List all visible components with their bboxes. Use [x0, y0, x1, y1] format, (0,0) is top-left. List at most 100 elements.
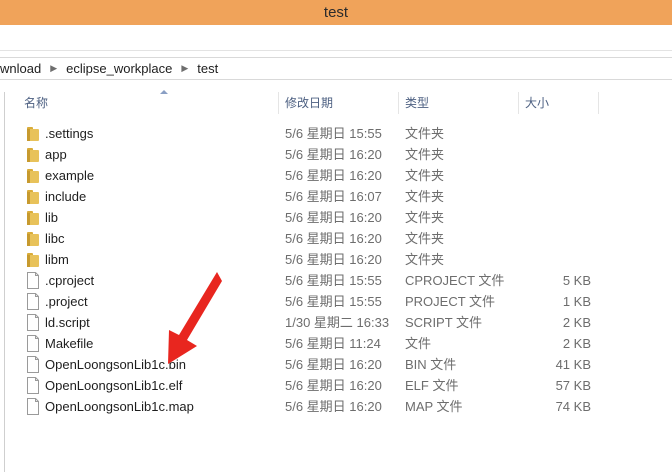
breadcrumb-item-eclipse-workplace[interactable]: eclipse_workplace: [66, 61, 172, 76]
breadcrumb-chevron-icon[interactable]: ▶: [181, 63, 188, 74]
file-name: example: [45, 168, 95, 183]
file-size: [525, 228, 591, 249]
column-header-type[interactable]: 类型: [398, 92, 518, 114]
file-size: 74 KB: [555, 399, 591, 414]
file-modified-date: 5/6 星期日 16:20: [285, 357, 382, 372]
file-size: 1 KB: [562, 294, 591, 309]
file-row[interactable]: Makefile 5/6 星期日 11:24 文件 2 KB: [5, 333, 672, 354]
file-row[interactable]: include 5/6 星期日 16:07 文件夹: [5, 186, 672, 207]
file-name: OpenLoongsonLib1c.elf: [45, 378, 183, 393]
sort-ascending-icon: [160, 90, 168, 94]
file-type: 文件夹: [405, 126, 445, 141]
file-name: OpenLoongsonLib1c.map: [45, 399, 194, 414]
folder-icon: [27, 232, 39, 246]
file-modified-date: 5/6 星期日 15:55: [285, 294, 382, 309]
file-row[interactable]: .cproject 5/6 星期日 15:55 CPROJECT 文件 5 KB: [5, 270, 672, 291]
file-size: [525, 207, 591, 228]
file-name: include: [45, 189, 87, 204]
file-modified-date: 5/6 星期日 16:20: [285, 147, 382, 162]
file-type: BIN 文件: [405, 357, 457, 372]
file-name: .cproject: [45, 273, 95, 288]
file-modified-date: 5/6 星期日 16:20: [285, 231, 382, 246]
file-type: PROJECT 文件: [405, 294, 496, 309]
file-icon: [27, 335, 39, 352]
file-row[interactable]: OpenLoongsonLib1c.elf 5/6 星期日 16:20 ELF 文件…: [5, 375, 672, 396]
file-row[interactable]: libm 5/6 星期日 16:20 文件夹: [5, 249, 672, 270]
file-modified-date: 5/6 星期日 15:55: [285, 273, 382, 288]
file-type: 文件夹: [405, 252, 445, 267]
file-name: OpenLoongsonLib1c.bin: [45, 357, 186, 372]
file-row[interactable]: .project 5/6 星期日 15:55 PROJECT 文件 1 KB: [5, 291, 672, 312]
file-type: ELF 文件: [405, 378, 459, 393]
file-modified-date: 5/6 星期日 16:20: [285, 252, 382, 267]
file-name: lib: [45, 210, 59, 225]
file-size: 5 KB: [562, 273, 591, 288]
file-size: 41 KB: [555, 357, 591, 372]
breadcrumb-chevron-icon[interactable]: ▶: [50, 63, 57, 74]
window-title: test: [323, 4, 349, 21]
file-type: MAP 文件: [405, 399, 463, 414]
ribbon-area: [0, 25, 672, 51]
file-modified-date: 5/6 星期日 16:20: [285, 399, 382, 414]
column-header-row: 名称 修改日期 类型 大小: [5, 90, 672, 114]
file-type: 文件: [405, 336, 432, 351]
file-row[interactable]: ld.script 1/30 星期二 16:33 SCRIPT 文件 2 KB: [5, 312, 672, 333]
file-name: app: [45, 147, 67, 162]
column-header-spacer: [598, 92, 618, 114]
file-icon: [27, 293, 39, 310]
file-icon: [27, 377, 39, 394]
file-size: [525, 165, 591, 186]
file-icon: [27, 398, 39, 415]
file-type: SCRIPT 文件: [405, 315, 483, 330]
file-size: 2 KB: [562, 315, 591, 330]
file-row[interactable]: .settings 5/6 星期日 15:55 文件夹: [5, 123, 672, 144]
folder-icon: [27, 169, 39, 183]
file-type: 文件夹: [405, 210, 445, 225]
file-type: 文件夹: [405, 231, 445, 246]
breadcrumb-item-test[interactable]: test: [197, 61, 218, 76]
file-name: .settings: [45, 126, 94, 141]
file-list: .settings 5/6 星期日 15:55 文件夹 app 5/6 星期日 16:2…: [5, 123, 672, 417]
file-type: 文件夹: [405, 189, 445, 204]
file-modified-date: 5/6 星期日 16:07: [285, 189, 382, 204]
breadcrumb-item-download[interactable]: wnload: [0, 61, 41, 76]
folder-icon: [27, 253, 39, 267]
file-row[interactable]: OpenLoongsonLib1c.bin 5/6 星期日 16:20 BIN 文件…: [5, 354, 672, 375]
file-row[interactable]: app 5/6 星期日 16:20 文件夹: [5, 144, 672, 165]
file-row[interactable]: OpenLoongsonLib1c.map 5/6 星期日 16:20 MAP 文件…: [5, 396, 672, 417]
folder-icon: [27, 148, 39, 162]
file-modified-date: 5/6 星期日 15:55: [285, 126, 382, 141]
file-name: .project: [45, 294, 88, 309]
window-titlebar[interactable]: test: [0, 0, 672, 25]
file-size: 2 KB: [562, 336, 591, 351]
file-size: 57 KB: [555, 378, 591, 393]
file-name: libc: [45, 231, 65, 246]
file-row[interactable]: example 5/6 星期日 16:20 文件夹: [5, 165, 672, 186]
column-header-name[interactable]: 名称: [18, 90, 280, 114]
file-size: [525, 249, 591, 270]
file-modified-date: 1/30 星期二 16:33: [285, 315, 390, 330]
file-name: Makefile: [45, 336, 94, 351]
file-type: CPROJECT 文件: [405, 273, 505, 288]
file-name: ld.script: [45, 315, 90, 330]
file-size: [525, 186, 591, 207]
file-icon: [27, 356, 39, 373]
file-type: 文件夹: [405, 168, 445, 183]
file-size: [525, 123, 591, 144]
file-row[interactable]: libc 5/6 星期日 16:20 文件夹: [5, 228, 672, 249]
file-row[interactable]: lib 5/6 星期日 16:20 文件夹: [5, 207, 672, 228]
address-bar[interactable]: wnload ▶ eclipse_workplace ▶ test: [0, 57, 672, 80]
file-modified-date: 5/6 星期日 16:20: [285, 210, 382, 225]
file-modified-date: 5/6 星期日 16:20: [285, 168, 382, 183]
file-modified-date: 5/6 星期日 11:24: [285, 336, 381, 351]
file-modified-date: 5/6 星期日 16:20: [285, 378, 382, 393]
file-type: 文件夹: [405, 147, 445, 162]
folder-icon: [27, 190, 39, 204]
folder-icon: [27, 211, 39, 225]
file-icon: [27, 272, 39, 289]
folder-icon: [27, 127, 39, 141]
file-name: libm: [45, 252, 69, 267]
file-icon: [27, 314, 39, 331]
column-header-date[interactable]: 修改日期: [278, 92, 398, 114]
column-header-size[interactable]: 大小: [518, 92, 598, 114]
